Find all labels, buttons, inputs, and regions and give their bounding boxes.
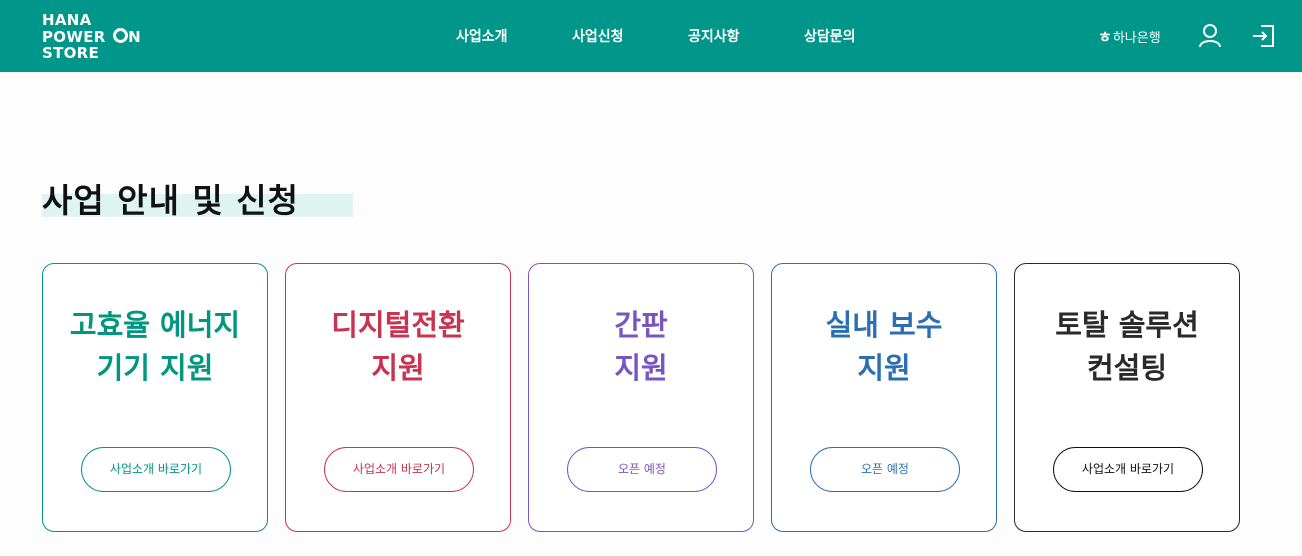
logo-line-1: HANA (42, 11, 92, 29)
card-title: 디지털전환 지원 (331, 308, 465, 385)
business-intro-button[interactable]: 사업소개 바로가기 (1053, 447, 1203, 492)
nav-consultation[interactable]: 상담문의 (804, 26, 856, 46)
section-title: 사업 안내 및 신청 (42, 181, 299, 220)
card-title: 간판 지원 (614, 308, 668, 385)
login-icon[interactable] (1251, 22, 1277, 50)
card-interior-repair: 실내 보수 지원 오픈 예정 (771, 263, 997, 532)
nav-business-intro[interactable]: 사업소개 (456, 26, 508, 46)
hana-bank-label: 하나은행 (1112, 31, 1161, 46)
business-intro-button[interactable]: 사업소개 바로가기 (324, 447, 474, 492)
nav-business-apply[interactable]: 사업신청 (572, 26, 624, 46)
hana-power-on-store-logo[interactable]: HANA POWER N STORE (42, 12, 141, 61)
card-title: 실내 보수 지원 (825, 308, 943, 385)
coming-soon-button[interactable]: 오픈 예정 (567, 447, 717, 492)
card-title: 고효율 에너지 기기 지원 (69, 308, 241, 385)
user-icon[interactable] (1197, 22, 1223, 50)
logo-line-2: POWER N (42, 28, 141, 45)
card-total-solution: 토탈 솔루션 컨설팅 사업소개 바로가기 (1014, 263, 1240, 532)
card-digital-transformation: 디지털전환 지원 사업소개 바로가기 (285, 263, 511, 532)
nav-notices[interactable]: 공지사항 (688, 26, 740, 46)
hana-bank-link[interactable]: ㅎ하나은행 (1098, 26, 1161, 47)
business-intro-button[interactable]: 사업소개 바로가기 (81, 447, 231, 492)
logo-line-2-n: N (128, 28, 141, 46)
section-title-wrap: 사업 안내 및 신청 (42, 174, 353, 222)
card-signboard: 간판 지원 오픈 예정 (528, 263, 754, 532)
card-title: 토탈 솔루션 컨설팅 (1055, 308, 1199, 385)
coming-soon-button[interactable]: 오픈 예정 (810, 447, 960, 492)
card-energy-equipment: 고효율 에너지 기기 지원 사업소개 바로가기 (42, 263, 268, 532)
header-bar: HANA POWER N STORE 사업소개 사업신청 공지사항 상담문의 ㅎ… (0, 0, 1302, 72)
power-on-ring-icon (113, 28, 129, 43)
hana-bank-logo-icon: ㅎ (1098, 28, 1112, 46)
logo-line-3: STORE (42, 44, 100, 62)
